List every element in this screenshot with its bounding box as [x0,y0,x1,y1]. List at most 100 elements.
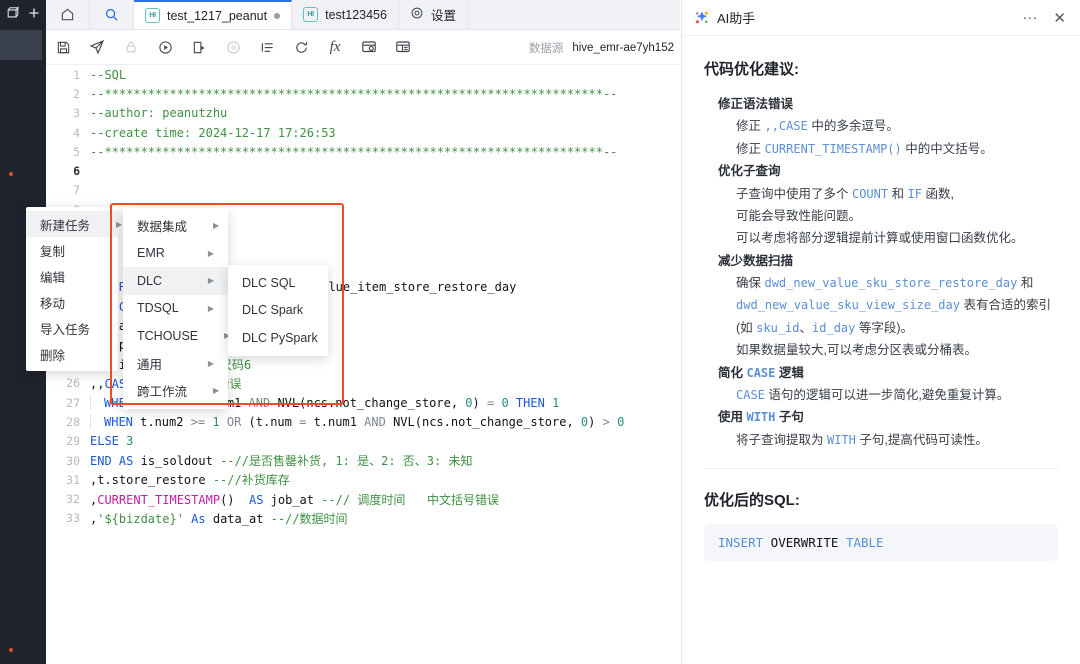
ai-sql-preview[interactable]: INSERT OVERWRITE TABLE [704,524,1058,561]
more-icon[interactable]: ··· [1022,9,1037,26]
lock-icon [114,40,148,54]
inline-text: 和 [888,186,908,201]
code-token: --author: peanutzhu [90,106,228,121]
lineage-icon[interactable] [352,39,386,55]
code-line: 3 --author: peanutzhu [46,104,680,123]
menu2-item[interactable]: TCHOUSE▶ [123,322,230,350]
menu2-item[interactable]: 数据集成 ▶ [123,212,228,240]
menu1-item[interactable]: 导入任务 [26,315,118,341]
home-icon[interactable] [46,0,90,29]
suggestion-heading: 使用 WITH 子句 [718,408,1058,427]
inline-text: 中的多余逗号。 [807,119,899,134]
line-number: 6 [73,164,80,179]
menu1-item[interactable]: 复制 [26,237,118,263]
code-token: 0 [465,396,473,411]
close-icon[interactable]: ✕ [1053,9,1066,27]
line-number: 4 [73,125,80,140]
inline-text: 逻辑 [775,365,804,380]
tab-test_1217_peanut[interactable]: HI test_1217_peanut [134,0,293,29]
schema-icon[interactable] [386,39,420,55]
code-line: 2 --*************************************… [46,84,680,103]
inline-text: 中的中文括号。 [901,141,993,156]
inline-text: 子查询中使用了多个 [736,186,852,201]
code-token: NVL [277,396,300,411]
datasource-label: 数据源 [528,42,564,55]
line-number: 2 [73,86,80,101]
menu2-item[interactable]: EMR ▶ [123,240,228,268]
inline-text: 将子查询提取为 [736,432,827,447]
code-token: 3 [126,434,134,449]
code-text: END AS is_soldout --//是否售罄补货, 1: 是、2: 否、… [90,452,680,469]
ai-suggestions-heading: 代码优化建议: [704,61,799,78]
menu3-item[interactable]: DLC SQL [228,269,328,297]
menu3-item[interactable]: DLC PySpark [228,324,328,352]
function-icon[interactable]: fx [318,39,352,56]
plus-icon[interactable] [28,7,40,23]
inline-text: 等字段)。 [855,320,914,335]
code-line: 30 END AS is_soldout --//是否售罄补货, 1: 是、2: … [46,451,680,470]
tab-settings-label: 设置 [430,9,456,23]
inline-code: id_day [812,320,856,335]
code-text: ,CURRENT_TIMESTAMP() AS job_at --// 调度时间… [90,491,680,508]
run-step-icon[interactable] [182,40,216,55]
inline-code: WITH [826,432,856,447]
context-menu-level2[interactable]: 数据集成 ▶ EMR ▶ DLC ▶ TDSQL ▶ TCHOUSE▶ 通用 ▶ 跨工作流 ▶ [123,208,230,409]
menu2-item[interactable]: TDSQL ▶ [123,295,228,323]
ai-panel-body: 代码优化建议: 修正语法错误 修正 ,,CASE 中的多余逗号。 修正 CURREN… [682,36,1080,561]
context-menu-level1[interactable]: 新建任务 ▶ 复制编辑移动导入任务 删除 [26,207,122,371]
datasource-indicator[interactable]: 数据源 hive_emr-ae7yh152 [529,30,680,65]
code-token: is_soldout [133,454,221,469]
menu1-item[interactable]: 编辑 [26,263,118,289]
inline-text: 语句的逻辑可以进一步简化,避免重复计算。 [764,387,1010,402]
rail-marker-dot [9,172,13,176]
tab-settings[interactable]: 设置 [399,0,468,29]
context-menu-level3[interactable]: DLC SQL DLC Spark DLC PySpark [228,265,328,356]
rail-toolbar [0,0,46,30]
menu1-item-label: 新建任务 [40,218,91,233]
suggestion-text: CASE 语句的逻辑可以进一步简化,避免重复计算。 [736,386,1058,405]
code-line: 28 WHEN t.num2 >= 1 OR (t.num = t.num1 AN… [46,412,680,431]
line-number: 3 [73,106,80,121]
line-number: 5 [73,144,80,159]
inline-text: 使用 [718,410,747,425]
code-token: --//是否售罄补货, 1: 是、2: 否、3: 未知 [220,454,473,469]
suggestion-text: 可以考虑将部分逻辑提前计算或使用窗口函数优化。 [736,229,1058,248]
save-icon[interactable] [46,40,80,55]
inline-code: IF [907,186,923,201]
menu1-item[interactable]: 删除 [26,341,118,367]
suggestion-heading: 优化子查询 [718,162,1058,181]
chevron-right-icon: ▶ [207,248,214,258]
suggestion-heading: 修正语法错误 [718,95,1058,114]
code-token: --**************************************… [90,86,618,101]
tab-modified-dot[interactable] [274,12,281,19]
menu1-item-label: 移动 [40,296,66,311]
code-token: --**************************************… [90,144,618,159]
inline-code: dwd_new_value_sku_store_restore_day [764,276,1018,290]
menu2-item[interactable]: 跨工作流 ▶ [123,377,228,405]
menu1-item-label: 复制 [40,244,66,259]
line-number: 7 [73,183,80,198]
inline-text: 减少数据扫描 [718,253,794,268]
menu2-item[interactable]: DLC ▶ [123,267,228,295]
inline-code: sku_id [756,320,800,335]
suggestion-text: (如 sku_id、id_day 等字段)。 [736,319,1058,338]
suggestion-text: 将子查询提取为 WITH 子句,提高代码可读性。 [736,431,1058,450]
inline-text: 优化子查询 [718,164,781,179]
package-icon[interactable] [6,6,20,24]
tab-test123456[interactable]: HI test123456 [292,0,399,29]
search-icon[interactable] [90,0,134,29]
menu1-item[interactable]: 新建任务 ▶ [26,211,122,237]
publish-icon[interactable] [80,39,114,55]
menu1-item[interactable]: 移动 [26,289,118,315]
code-text: --SQL [90,68,680,82]
menu2-item[interactable]: 通用 ▶ [123,350,228,378]
code-line: 5 --*************************************… [46,142,680,161]
menu3-item[interactable]: DLC Spark [228,297,328,325]
format-icon[interactable] [250,40,284,55]
run-icon[interactable] [148,40,182,55]
refresh-icon[interactable] [284,40,318,55]
tab-label: test123456 [325,7,387,22]
code-token: ELSE [90,434,119,449]
